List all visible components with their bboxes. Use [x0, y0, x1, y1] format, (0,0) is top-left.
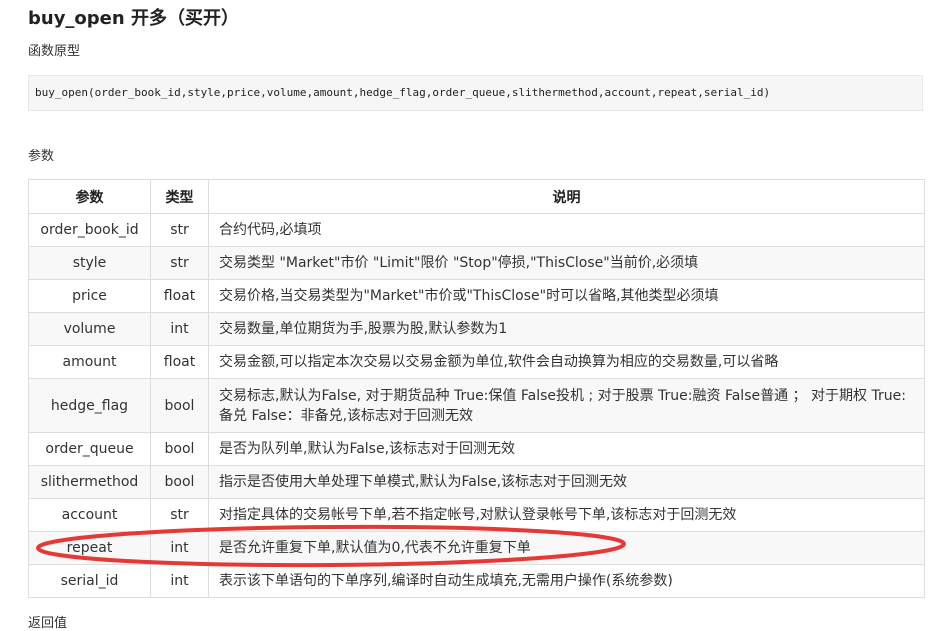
header-type: 类型 [150, 179, 209, 214]
param-name: repeat [28, 531, 151, 565]
param-desc: 对指定具体的交易帐号下单,若不指定帐号,对默认登录帐号下单,该标志对于回测无效 [208, 498, 925, 532]
param-name: serial_id [28, 564, 151, 598]
table-row: serial_id int 表示该下单语句的下单序列,编译时自动生成填充,无需用… [28, 564, 925, 598]
param-type: str [150, 498, 209, 532]
params-table: 参数 类型 说明 order_book_id str 合约代码,必填项 styl… [28, 179, 925, 598]
table-row: hedge_flag bool 交易标志,默认为False, 对于期货品种 Tr… [28, 378, 925, 433]
table-row: style str 交易类型 "Market"市价 "Limit"限价 "Sto… [28, 246, 925, 280]
param-name: price [28, 279, 151, 313]
param-desc: 交易类型 "Market"市价 "Limit"限价 "Stop"停损,"This… [208, 246, 925, 280]
param-name: amount [28, 345, 151, 379]
param-type: str [150, 213, 209, 247]
header-param: 参数 [28, 179, 151, 214]
prototype-code: buy_open(order_book_id,style,price,volum… [35, 86, 771, 99]
doc-page: buy_open 开多（买开） 函数原型 buy_open(order_book… [0, 0, 936, 631]
param-desc: 表示该下单语句的下单序列,编译时自动生成填充,无需用户操作(系统参数) [208, 564, 925, 598]
table-row: order_book_id str 合约代码,必填项 [28, 213, 925, 247]
param-desc: 交易金额,可以指定本次交易以交易金额为单位,软件会自动换算为相应的交易数量,可以… [208, 345, 925, 379]
param-type: bool [150, 378, 209, 433]
table-header-row: 参数 类型 说明 [28, 179, 925, 214]
param-type: int [150, 564, 209, 598]
param-name: order_book_id [28, 213, 151, 247]
params-heading: 参数 [28, 149, 55, 164]
param-desc: 交易标志,默认为False, 对于期货品种 True:保值 False投机 ; … [208, 378, 925, 433]
return-heading: 返回值 [28, 616, 68, 631]
param-type: bool [150, 432, 209, 466]
param-name: account [28, 498, 151, 532]
table-row: slithermethod bool 指示是否使用大单处理下单模式,默认为Fal… [28, 465, 925, 499]
param-name: style [28, 246, 151, 280]
table-row-repeat: repeat int 是否允许重复下单,默认值为0,代表不允许重复下单 [28, 531, 925, 565]
param-name: volume [28, 312, 151, 346]
page-title: buy_open 开多（买开） [28, 8, 239, 29]
param-desc: 交易价格,当交易类型为"Market"市价或"ThisClose"时可以省略,其… [208, 279, 925, 313]
param-type: float [150, 345, 209, 379]
param-type: int [150, 312, 209, 346]
param-desc: 交易数量,单位期货为手,股票为股,默认参数为1 [208, 312, 925, 346]
table-row: account str 对指定具体的交易帐号下单,若不指定帐号,对默认登录帐号下… [28, 498, 925, 532]
param-type: float [150, 279, 209, 313]
param-desc: 合约代码,必填项 [208, 213, 925, 247]
table-row: price float 交易价格,当交易类型为"Market"市价或"ThisC… [28, 279, 925, 313]
param-type: bool [150, 465, 209, 499]
param-desc: 是否允许重复下单,默认值为0,代表不允许重复下单 [208, 531, 925, 565]
param-desc: 指示是否使用大单处理下单模式,默认为False,该标志对于回测无效 [208, 465, 925, 499]
table-row: order_queue bool 是否为队列单,默认为False,该标志对于回测… [28, 432, 925, 466]
param-type: str [150, 246, 209, 280]
param-desc: 是否为队列单,默认为False,该标志对于回测无效 [208, 432, 925, 466]
prototype-code-block: buy_open(order_book_id,style,price,volum… [28, 75, 923, 111]
header-desc: 说明 [208, 179, 925, 214]
param-type: int [150, 531, 209, 565]
prototype-heading: 函数原型 [28, 44, 81, 59]
param-name: hedge_flag [28, 378, 151, 433]
param-name: order_queue [28, 432, 151, 466]
table-row: volume int 交易数量,单位期货为手,股票为股,默认参数为1 [28, 312, 925, 346]
table-row: amount float 交易金额,可以指定本次交易以交易金额为单位,软件会自动… [28, 345, 925, 379]
param-name: slithermethod [28, 465, 151, 499]
